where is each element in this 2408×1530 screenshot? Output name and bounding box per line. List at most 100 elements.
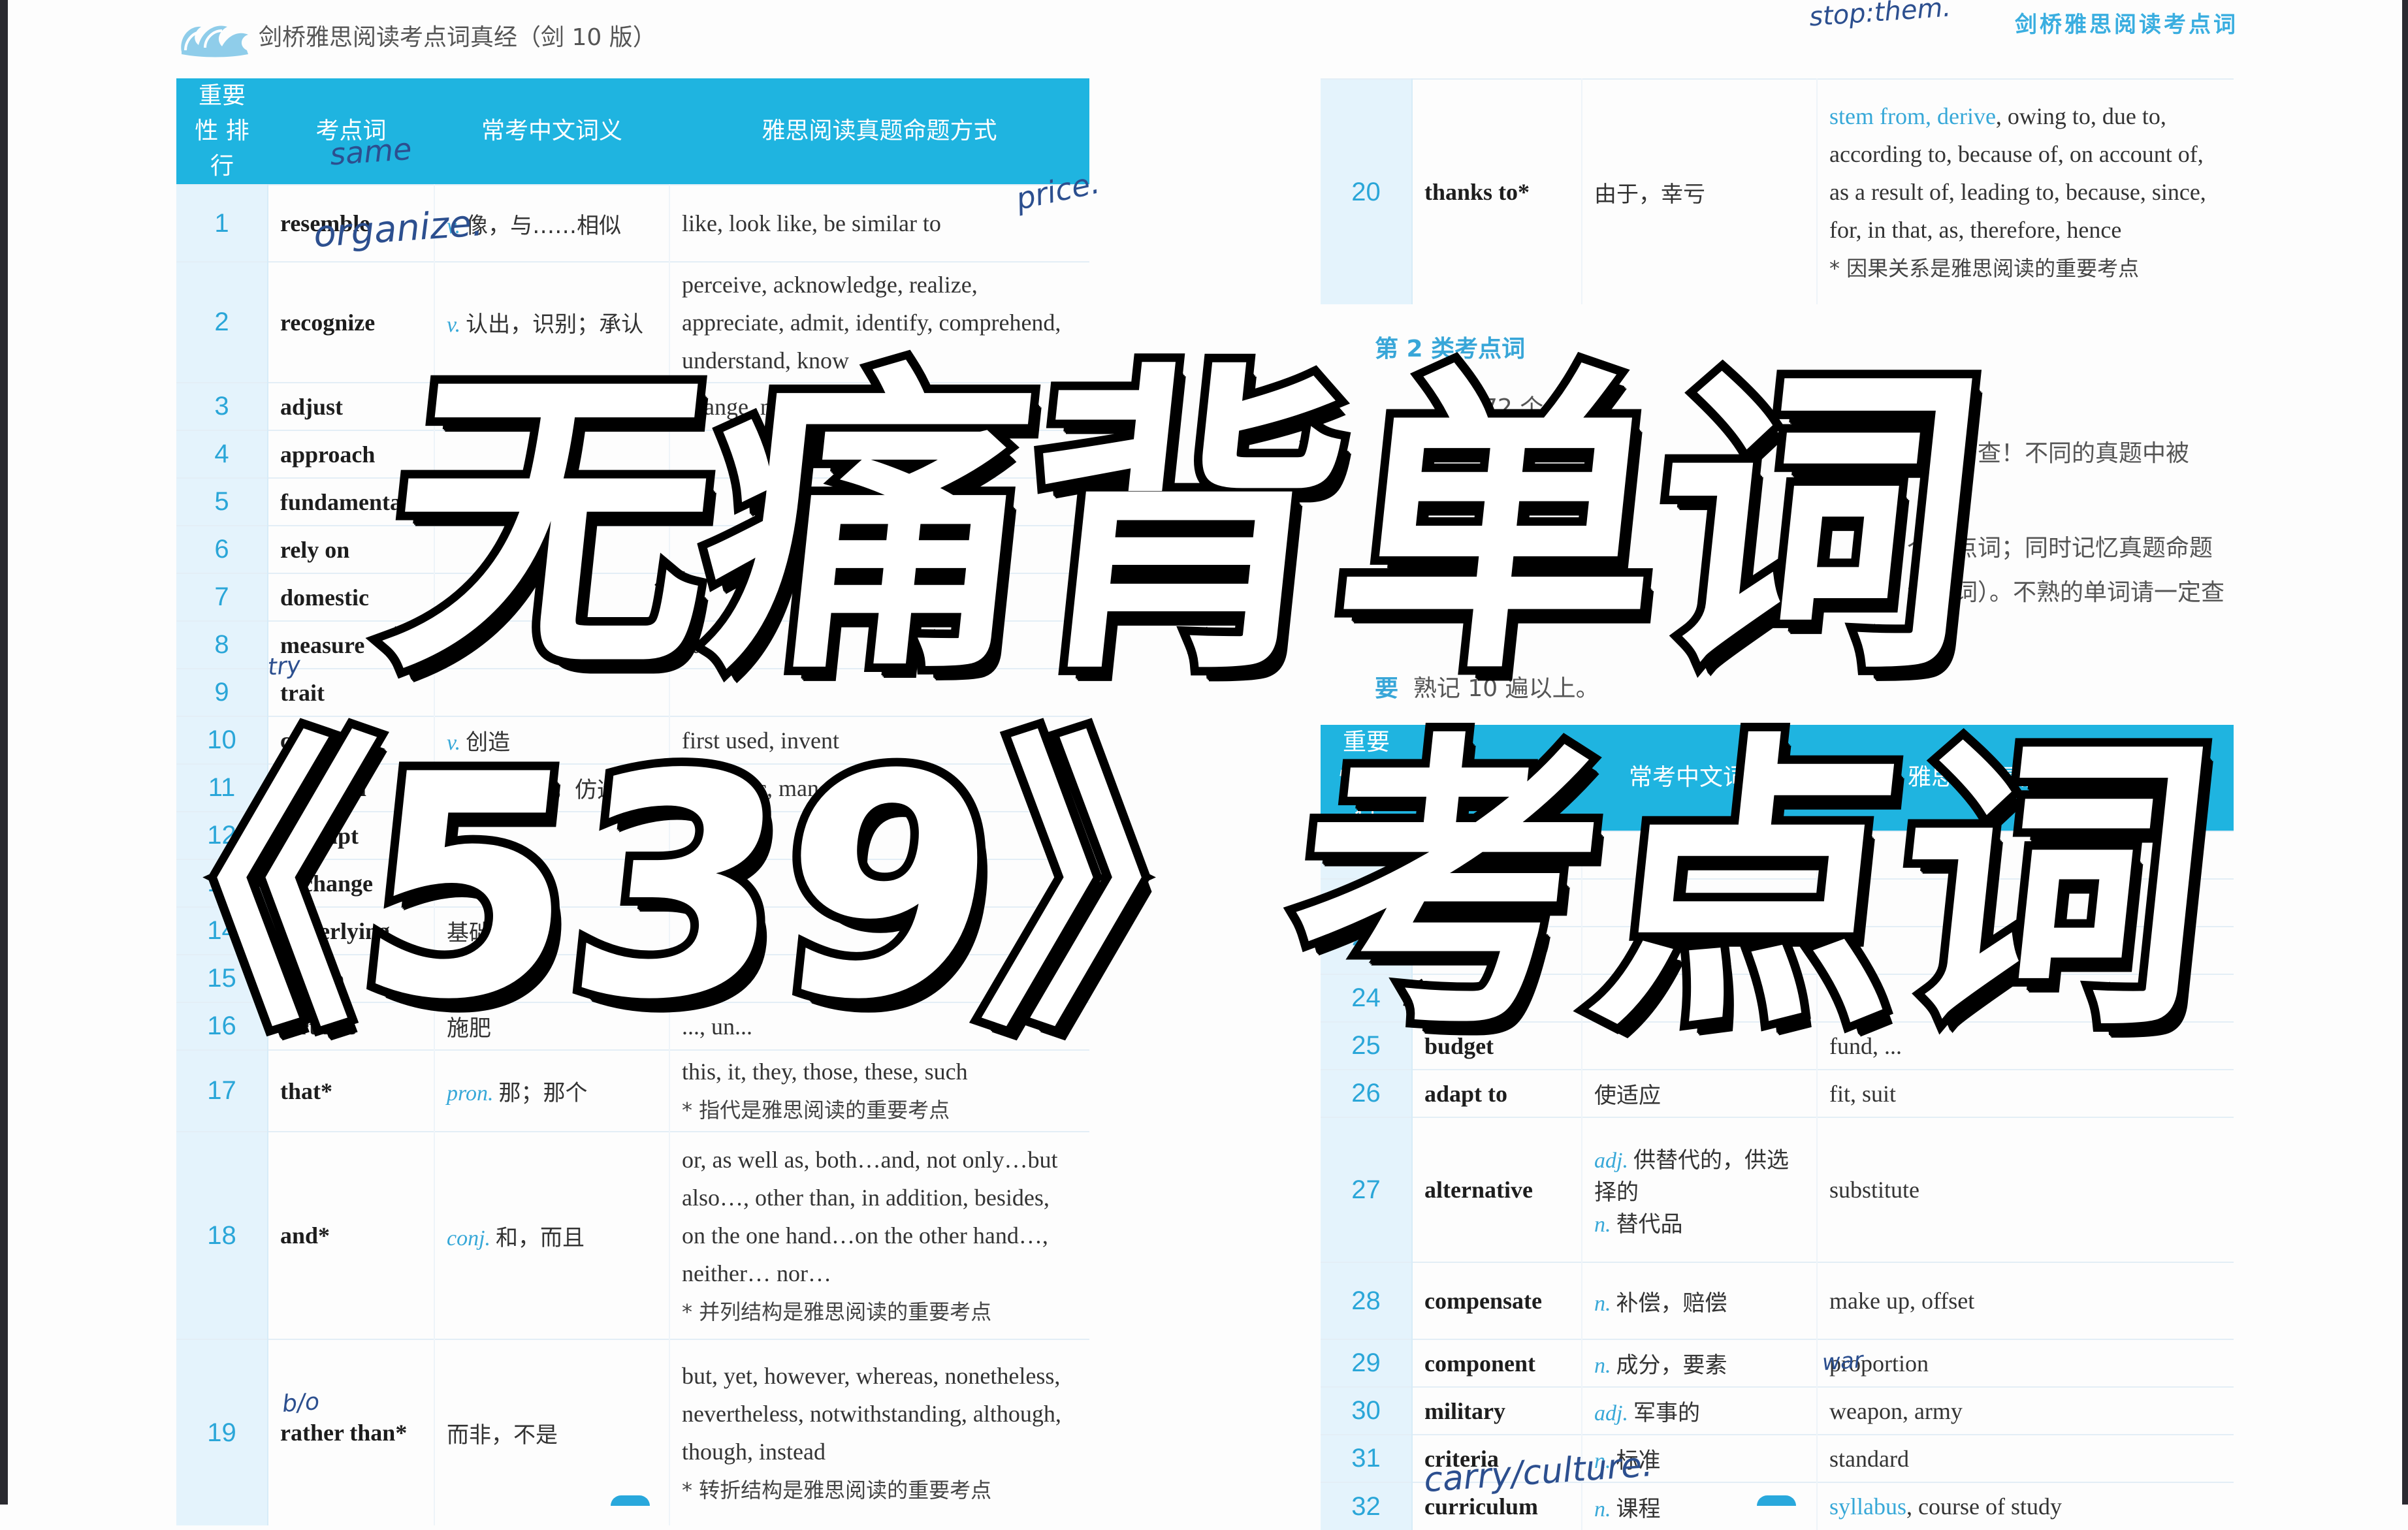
handwritten-note: b/o — [281, 1388, 321, 1418]
table-row: 20 thanks to* 由于，幸亏 stem from, derive, o… — [1321, 78, 2234, 304]
rank-cell: 20 — [1321, 78, 1413, 304]
part-of-speech: n. — [1594, 1497, 1611, 1522]
meaning-text: 那；那个 — [498, 1080, 588, 1106]
meaning-text: 和，而且 — [496, 1224, 585, 1251]
running-head: 剑桥雅思阅读考点词 — [2015, 12, 2238, 38]
part-of-speech: adj. — [1594, 1401, 1628, 1426]
meaning-text: 而非，不是 — [447, 1422, 558, 1448]
meaning-cell: n. 成分，要素 — [1582, 1339, 1818, 1387]
usage-cell: standard — [1817, 1434, 2234, 1482]
col-header-rank: 重要性 排行 — [176, 78, 268, 185]
vocab-table-right-top: 20 thanks to* 由于，幸亏 stem from, derive, o… — [1321, 78, 2234, 304]
col-header-usage: 雅思阅读真题命题方式 — [669, 78, 1089, 185]
usage-text: , course of study — [1906, 1493, 2062, 1520]
part-of-speech: adj. — [1594, 1148, 1628, 1173]
right-screen-edge — [2402, 0, 2408, 1505]
rank-cell: 19 — [176, 1339, 268, 1525]
part-of-speech: v. — [447, 313, 461, 337]
word-cell: compensate — [1412, 1262, 1582, 1339]
rank-cell: 30 — [1321, 1386, 1413, 1435]
rank-cell: 2 — [176, 261, 268, 383]
part-of-speech: conj. — [447, 1226, 491, 1251]
part-of-speech: n. — [1594, 1212, 1611, 1237]
col-header-meaning: 常考中文词义 — [434, 78, 669, 185]
rank-cell: 5 — [176, 477, 268, 526]
rank-cell: 7 — [176, 573, 268, 621]
word-cell: and* — [268, 1131, 435, 1339]
table-row: 28 compensate n. 补偿，赔偿 make up, offset — [1321, 1262, 2234, 1339]
handwritten-note: same — [329, 131, 413, 172]
meaning-text: 像，与……相似 — [466, 212, 622, 239]
rank-cell: 4 — [176, 430, 268, 478]
meaning-text: 补偿，赔偿 — [1616, 1290, 1727, 1316]
word-cell: thanks to* — [1412, 78, 1582, 304]
usage-cell: syllabus, course of study — [1817, 1482, 2234, 1530]
usage-cell: proportion — [1817, 1339, 2234, 1387]
usage-cell: substitute — [1817, 1117, 2234, 1262]
usage-text: make up, offset — [1829, 1288, 1975, 1314]
meaning-text: 使适应 — [1594, 1083, 1661, 1109]
overlay-title-line-1: 无痛背单词 — [364, 330, 2000, 720]
usage-text: fit, suit — [1829, 1080, 1897, 1107]
word-cell: adapt to — [1412, 1069, 1582, 1117]
part-of-speech: n. — [1594, 1354, 1611, 1378]
usage-cell: fit, suit — [1817, 1069, 2234, 1117]
usage-highlight: stem from, derive — [1829, 103, 1996, 129]
table-row: 30 military adj. 军事的 weapon, army — [1321, 1386, 2234, 1435]
rank-cell: 29 — [1321, 1339, 1413, 1387]
table-row: 18 and* conj. 和，而且 or, as well as, both…and,… — [176, 1131, 1089, 1339]
word-cell: rather than* — [268, 1339, 435, 1525]
rank-cell: 27 — [1321, 1117, 1413, 1262]
usage-text: or, as well as, both…and, not only…but a… — [682, 1146, 1058, 1286]
handwritten-note: try — [266, 652, 302, 681]
usage-cell: but, yet, however, whereas, nonetheless,… — [669, 1339, 1089, 1525]
meaning-cell: 由于，幸亏 — [1582, 78, 1818, 304]
table-row: 29 component n. 成分，要素 proportion — [1321, 1339, 2234, 1387]
page-header: 剑桥雅思阅读考点词真经（剑 10 版） — [176, 9, 656, 61]
usage-note: * 转折结构是雅思阅读的重要考点 — [682, 1477, 992, 1503]
usage-text: weapon, army — [1829, 1397, 1963, 1424]
word-cell: component — [1412, 1339, 1582, 1387]
meaning-cell: 使适应 — [1582, 1069, 1818, 1117]
meaning-text: 军事的 — [1633, 1400, 1700, 1426]
usage-note: * 因果关系是雅思阅读的重要考点 — [1829, 255, 2140, 281]
meaning-text: 成分，要素 — [1616, 1352, 1727, 1379]
meaning-text: 课程 — [1616, 1495, 1661, 1522]
usage-text: like, look like, be similar to — [682, 210, 941, 236]
usage-cell: make up, offset — [1817, 1262, 2234, 1339]
part-of-speech: pron. — [447, 1081, 494, 1106]
word-cell: military — [1412, 1386, 1582, 1435]
word-cell: alternative — [1412, 1117, 1582, 1262]
meaning-cell: adj. 军事的 — [1582, 1386, 1818, 1435]
rank-cell: 32 — [1321, 1482, 1413, 1530]
rank-cell: 31 — [1321, 1434, 1413, 1482]
usage-note: * 并列结构是雅思阅读的重要考点 — [682, 1299, 992, 1324]
meaning-text: 认出，识别；承认 — [466, 311, 644, 338]
usage-cell: or, as well as, both…and, not only…but a… — [669, 1131, 1089, 1339]
rank-cell: 6 — [176, 525, 268, 573]
overlay-title-line-2: 《539》考点词 — [31, 701, 2230, 1075]
usage-text: standard — [1829, 1445, 1909, 1472]
usage-text: but, yet, however, whereas, nonetheless,… — [682, 1362, 1061, 1465]
rank-cell: 18 — [176, 1131, 268, 1339]
rank-cell: 28 — [1321, 1262, 1413, 1339]
meaning-cell: conj. 和，而且 — [434, 1131, 670, 1339]
rank-cell: 8 — [176, 620, 268, 669]
rank-cell: 26 — [1321, 1069, 1413, 1117]
part-of-speech: n. — [1594, 1291, 1611, 1316]
meaning-cell: adj. 供替代的，供选择的 n. 替代品 — [1582, 1117, 1818, 1262]
handwritten-note: stop:them. — [1808, 0, 1952, 33]
usage-cell: weapon, army — [1817, 1386, 2234, 1435]
handwritten-note: war — [1821, 1347, 1864, 1377]
table-row: 27 alternative adj. 供替代的，供选择的 n. 替代品 substitut… — [1321, 1117, 2234, 1262]
meaning-cell: n. 补偿，赔偿 — [1582, 1262, 1818, 1339]
rank-cell: 1 — [176, 184, 268, 262]
rank-cell: 3 — [176, 382, 268, 430]
meaning-text: 替代品 — [1616, 1211, 1683, 1237]
usage-text: substitute — [1829, 1177, 1920, 1203]
wave-icon — [181, 25, 248, 57]
usage-cell: stem from, derive, owing to, due to, acc… — [1817, 78, 2234, 304]
usage-note: * 指代是雅思阅读的重要考点 — [682, 1098, 950, 1123]
meaning-cell: n. 课程 — [1582, 1482, 1818, 1530]
book-title: 剑桥雅思阅读考点词真经（剑 10 版） — [259, 24, 656, 51]
